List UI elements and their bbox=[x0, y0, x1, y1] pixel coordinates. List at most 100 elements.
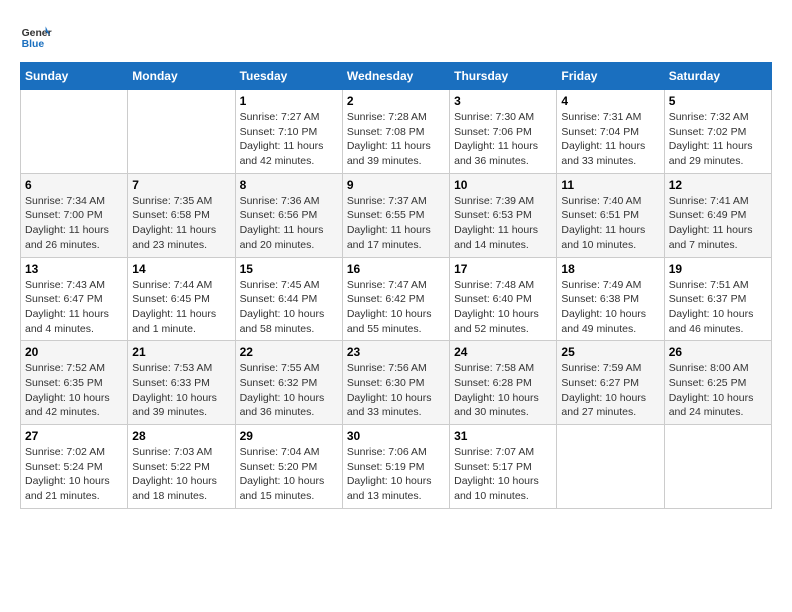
calendar-table: SundayMondayTuesdayWednesdayThursdayFrid… bbox=[20, 62, 772, 509]
calendar-header-row: SundayMondayTuesdayWednesdayThursdayFrid… bbox=[21, 63, 772, 90]
day-number: 14 bbox=[132, 262, 230, 276]
calendar-day-cell: 31 Sunrise: 7:07 AMSunset: 5:17 PMDayligh… bbox=[450, 425, 557, 509]
column-header-saturday: Saturday bbox=[664, 63, 771, 90]
day-number: 15 bbox=[240, 262, 338, 276]
day-info: Sunrise: 7:41 AMSunset: 6:49 PMDaylight:… bbox=[669, 194, 767, 253]
calendar-day-cell: 23 Sunrise: 7:56 AMSunset: 6:30 PMDayligh… bbox=[342, 341, 449, 425]
calendar-day-cell bbox=[21, 90, 128, 174]
calendar-day-cell: 1Sunrise: 7:27 AMSunset: 7:10 PMDaylight… bbox=[235, 90, 342, 174]
day-number: 4 bbox=[561, 94, 659, 108]
day-info: Sunrise: 7:56 AMSunset: 6:30 PMDaylight:… bbox=[347, 361, 445, 420]
day-info: Sunrise: 7:39 AMSunset: 6:53 PMDaylight:… bbox=[454, 194, 552, 253]
logo: General Blue bbox=[20, 20, 56, 52]
day-number: 28 bbox=[132, 429, 230, 443]
day-info: Sunrise: 7:55 AMSunset: 6:32 PMDaylight:… bbox=[240, 361, 338, 420]
day-number: 13 bbox=[25, 262, 123, 276]
day-number: 11 bbox=[561, 178, 659, 192]
day-info: Sunrise: 7:27 AMSunset: 7:10 PMDaylight:… bbox=[240, 110, 338, 169]
day-info: Sunrise: 7:59 AMSunset: 6:27 PMDaylight:… bbox=[561, 361, 659, 420]
day-number: 27 bbox=[25, 429, 123, 443]
day-info: Sunrise: 7:45 AMSunset: 6:44 PMDaylight:… bbox=[240, 278, 338, 337]
day-info: Sunrise: 7:36 AMSunset: 6:56 PMDaylight:… bbox=[240, 194, 338, 253]
day-number: 31 bbox=[454, 429, 552, 443]
calendar-day-cell: 12 Sunrise: 7:41 AMSunset: 6:49 PMDayligh… bbox=[664, 173, 771, 257]
calendar-week-1: 1Sunrise: 7:27 AMSunset: 7:10 PMDaylight… bbox=[21, 90, 772, 174]
day-number: 9 bbox=[347, 178, 445, 192]
day-info: Sunrise: 7:02 AMSunset: 5:24 PMDaylight:… bbox=[25, 445, 123, 504]
calendar-day-cell: 27 Sunrise: 7:02 AMSunset: 5:24 PMDayligh… bbox=[21, 425, 128, 509]
calendar-day-cell: 15 Sunrise: 7:45 AMSunset: 6:44 PMDayligh… bbox=[235, 257, 342, 341]
day-number: 21 bbox=[132, 345, 230, 359]
day-number: 3 bbox=[454, 94, 552, 108]
day-info: Sunrise: 8:00 AMSunset: 6:25 PMDaylight:… bbox=[669, 361, 767, 420]
day-info: Sunrise: 7:47 AMSunset: 6:42 PMDaylight:… bbox=[347, 278, 445, 337]
day-number: 23 bbox=[347, 345, 445, 359]
column-header-friday: Friday bbox=[557, 63, 664, 90]
column-header-wednesday: Wednesday bbox=[342, 63, 449, 90]
calendar-day-cell: 29Sunrise: 7:04 AMSunset: 5:20 PMDayligh… bbox=[235, 425, 342, 509]
day-number: 10 bbox=[454, 178, 552, 192]
day-number: 6 bbox=[25, 178, 123, 192]
calendar-day-cell: 2 Sunrise: 7:28 AMSunset: 7:08 PMDaylight… bbox=[342, 90, 449, 174]
day-info: Sunrise: 7:58 AMSunset: 6:28 PMDaylight:… bbox=[454, 361, 552, 420]
day-number: 16 bbox=[347, 262, 445, 276]
calendar-day-cell: 24 Sunrise: 7:58 AMSunset: 6:28 PMDayligh… bbox=[450, 341, 557, 425]
day-info: Sunrise: 7:51 AMSunset: 6:37 PMDaylight:… bbox=[669, 278, 767, 337]
svg-text:Blue: Blue bbox=[22, 39, 45, 50]
column-header-sunday: Sunday bbox=[21, 63, 128, 90]
day-number: 5 bbox=[669, 94, 767, 108]
day-info: Sunrise: 7:06 AMSunset: 5:19 PMDaylight:… bbox=[347, 445, 445, 504]
calendar-day-cell: 5 Sunrise: 7:32 AMSunset: 7:02 PMDaylight… bbox=[664, 90, 771, 174]
calendar-day-cell: 6Sunrise: 7:34 AMSunset: 7:00 PMDaylight… bbox=[21, 173, 128, 257]
calendar-day-cell: 21 Sunrise: 7:53 AMSunset: 6:33 PMDayligh… bbox=[128, 341, 235, 425]
calendar-day-cell: 9Sunrise: 7:37 AMSunset: 6:55 PMDaylight… bbox=[342, 173, 449, 257]
day-number: 2 bbox=[347, 94, 445, 108]
day-number: 17 bbox=[454, 262, 552, 276]
day-number: 18 bbox=[561, 262, 659, 276]
calendar-day-cell bbox=[664, 425, 771, 509]
day-info: Sunrise: 7:28 AMSunset: 7:08 PMDaylight:… bbox=[347, 110, 445, 169]
day-info: Sunrise: 7:40 AMSunset: 6:51 PMDaylight:… bbox=[561, 194, 659, 253]
calendar-day-cell: 14 Sunrise: 7:44 AMSunset: 6:45 PMDayligh… bbox=[128, 257, 235, 341]
day-info: Sunrise: 7:44 AMSunset: 6:45 PMDaylight:… bbox=[132, 278, 230, 337]
calendar-day-cell: 17 Sunrise: 7:48 AMSunset: 6:40 PMDayligh… bbox=[450, 257, 557, 341]
calendar-week-3: 13 Sunrise: 7:43 AMSunset: 6:47 PMDayligh… bbox=[21, 257, 772, 341]
calendar-day-cell: 3 Sunrise: 7:30 AMSunset: 7:06 PMDaylight… bbox=[450, 90, 557, 174]
day-info: Sunrise: 7:35 AMSunset: 6:58 PMDaylight:… bbox=[132, 194, 230, 253]
calendar-day-cell: 7Sunrise: 7:35 AMSunset: 6:58 PMDaylight… bbox=[128, 173, 235, 257]
day-number: 20 bbox=[25, 345, 123, 359]
day-info: Sunrise: 7:53 AMSunset: 6:33 PMDaylight:… bbox=[132, 361, 230, 420]
day-info: Sunrise: 7:49 AMSunset: 6:38 PMDaylight:… bbox=[561, 278, 659, 337]
day-number: 24 bbox=[454, 345, 552, 359]
day-number: 29 bbox=[240, 429, 338, 443]
calendar-day-cell: 26 Sunrise: 8:00 AMSunset: 6:25 PMDayligh… bbox=[664, 341, 771, 425]
day-info: Sunrise: 7:30 AMSunset: 7:06 PMDaylight:… bbox=[454, 110, 552, 169]
day-number: 25 bbox=[561, 345, 659, 359]
calendar-day-cell: 8 Sunrise: 7:36 AMSunset: 6:56 PMDaylight… bbox=[235, 173, 342, 257]
column-header-monday: Monday bbox=[128, 63, 235, 90]
day-number: 19 bbox=[669, 262, 767, 276]
day-info: Sunrise: 7:43 AMSunset: 6:47 PMDaylight:… bbox=[25, 278, 123, 337]
svg-text:General: General bbox=[22, 28, 52, 39]
day-number: 26 bbox=[669, 345, 767, 359]
calendar-day-cell: 30Sunrise: 7:06 AMSunset: 5:19 PMDayligh… bbox=[342, 425, 449, 509]
day-number: 22 bbox=[240, 345, 338, 359]
calendar-week-4: 20 Sunrise: 7:52 AMSunset: 6:35 PMDayligh… bbox=[21, 341, 772, 425]
calendar-day-cell: 16 Sunrise: 7:47 AMSunset: 6:42 PMDayligh… bbox=[342, 257, 449, 341]
calendar-day-cell bbox=[557, 425, 664, 509]
logo-icon: General Blue bbox=[20, 20, 52, 52]
day-info: Sunrise: 7:52 AMSunset: 6:35 PMDaylight:… bbox=[25, 361, 123, 420]
day-info: Sunrise: 7:32 AMSunset: 7:02 PMDaylight:… bbox=[669, 110, 767, 169]
calendar-day-cell: 22 Sunrise: 7:55 AMSunset: 6:32 PMDayligh… bbox=[235, 341, 342, 425]
calendar-day-cell: 28Sunrise: 7:03 AMSunset: 5:22 PMDayligh… bbox=[128, 425, 235, 509]
calendar-day-cell: 19 Sunrise: 7:51 AMSunset: 6:37 PMDayligh… bbox=[664, 257, 771, 341]
day-info: Sunrise: 7:48 AMSunset: 6:40 PMDaylight:… bbox=[454, 278, 552, 337]
calendar-week-5: 27 Sunrise: 7:02 AMSunset: 5:24 PMDayligh… bbox=[21, 425, 772, 509]
day-info: Sunrise: 7:07 AMSunset: 5:17 PMDaylight:… bbox=[454, 445, 552, 504]
day-info: Sunrise: 7:31 AMSunset: 7:04 PMDaylight:… bbox=[561, 110, 659, 169]
day-number: 8 bbox=[240, 178, 338, 192]
column-header-tuesday: Tuesday bbox=[235, 63, 342, 90]
calendar-day-cell: 13 Sunrise: 7:43 AMSunset: 6:47 PMDayligh… bbox=[21, 257, 128, 341]
day-number: 12 bbox=[669, 178, 767, 192]
calendar-day-cell: 11 Sunrise: 7:40 AMSunset: 6:51 PMDayligh… bbox=[557, 173, 664, 257]
